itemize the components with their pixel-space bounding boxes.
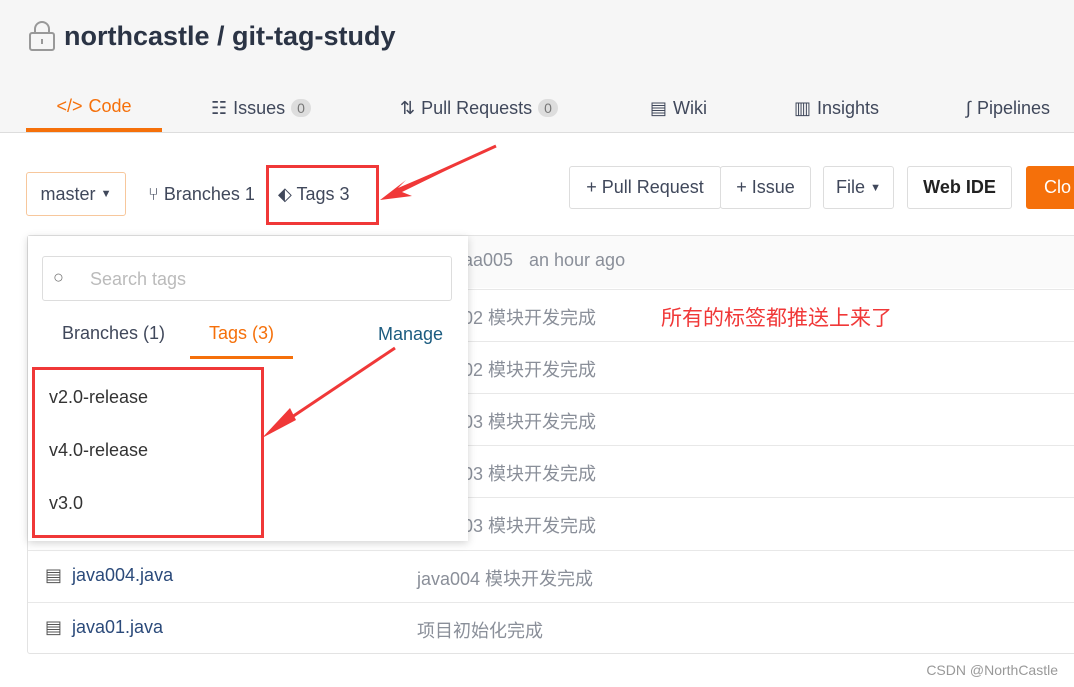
annotation-arrows [262, 144, 497, 438]
arrow-icon [262, 408, 296, 438]
watermark: CSDN @NorthCastle [926, 662, 1058, 678]
